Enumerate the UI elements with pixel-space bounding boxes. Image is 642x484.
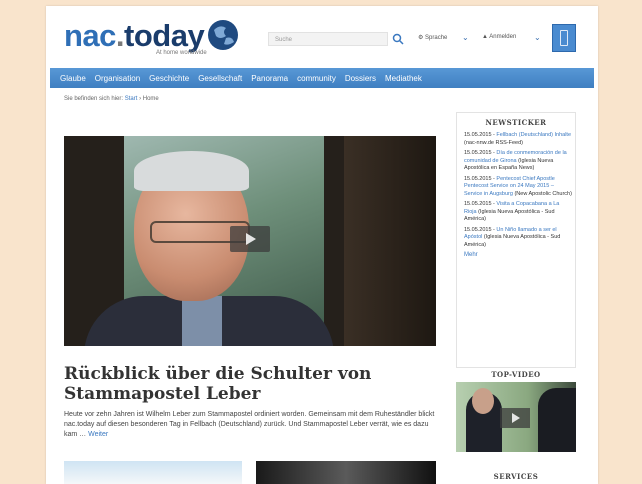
top-video-person-face xyxy=(472,388,494,414)
breadcrumb-current: Home xyxy=(142,96,159,102)
breadcrumb: Sie befinden sich hier: Start › Home xyxy=(64,96,159,102)
newsticker-title: NEWSTICKER xyxy=(485,118,547,127)
video-person-shirt xyxy=(182,296,222,346)
page: nac.today At home worldwide Suche ⚙ Spra… xyxy=(46,6,598,484)
news-date: 15.05.2015 - xyxy=(464,150,495,156)
nav-item-panorama[interactable]: Panorama xyxy=(251,74,288,83)
chevron-down-icon[interactable]: ⌄ xyxy=(462,33,469,42)
list-item: 15.05.2015 - Visita a Copacabana a La Ri… xyxy=(464,201,572,224)
list-item: 15.05.2015 - Fellbach (Deutschland) Inha… xyxy=(464,132,572,147)
article-headline[interactable]: Rückblick über die Schulter von Stammapo… xyxy=(64,364,434,404)
newsticker-more-link[interactable]: Mehr xyxy=(464,252,572,258)
play-icon[interactable] xyxy=(230,226,270,252)
login-link[interactable]: ▲ Anmelden xyxy=(482,34,516,40)
article-teaser-text: Heute vor zehn Jahren ist Wilhelm Leber … xyxy=(64,411,435,438)
top-video-person xyxy=(538,388,576,452)
article-teaser: Heute vor zehn Jahren ist Wilhelm Leber … xyxy=(64,410,440,440)
list-item: 15.05.2015 - Un Niño llamado a ser el Ap… xyxy=(464,227,572,250)
nav-item-mediathek[interactable]: Mediathek xyxy=(385,74,422,83)
tagline: At home worldwide xyxy=(156,50,207,56)
breadcrumb-separator: › xyxy=(139,96,142,102)
search-icon[interactable] xyxy=(391,32,405,46)
language-selector[interactable]: ⚙ Sprache xyxy=(418,34,447,41)
news-link[interactable]: Fellbach (Deutschland) Inhalte xyxy=(496,132,571,138)
news-date: 15.05.2015 - xyxy=(464,132,495,138)
topvideo-title: TOP-VIDEO xyxy=(491,370,541,379)
globe-icon xyxy=(208,20,238,50)
services-title: SERVICES xyxy=(493,472,539,481)
newsticker-list: 15.05.2015 - Fellbach (Deutschland) Inha… xyxy=(464,132,572,258)
news-source: (New Apostolic Church) xyxy=(514,190,572,197)
chevron-down-icon[interactable]: ⌄ xyxy=(534,33,541,42)
play-icon[interactable] xyxy=(500,408,530,428)
nav-item-geschichte[interactable]: Geschichte xyxy=(149,74,189,83)
search-input[interactable]: Suche xyxy=(268,32,388,46)
login-label: Anmelden xyxy=(489,34,517,40)
breadcrumb-prefix: Sie befinden sich hier: xyxy=(64,96,124,102)
logo-nac: nac xyxy=(64,18,116,53)
news-source: (Iglesia Nueva Apostólica - Sud América) xyxy=(464,208,555,223)
video-person-hair xyxy=(134,151,249,191)
mobile-phone-icon[interactable] xyxy=(552,24,576,52)
site-logo[interactable]: nac.today xyxy=(64,18,205,53)
article-thumbnail[interactable] xyxy=(256,461,436,484)
logo-dot: . xyxy=(115,18,125,53)
list-item: 15.05.2015 - Día de conmemoración de la … xyxy=(464,150,572,173)
nav-item-dossiers[interactable]: Dossiers xyxy=(345,74,376,83)
top-video[interactable] xyxy=(456,382,576,452)
language-label: Sprache xyxy=(425,35,448,41)
article-thumbnail[interactable] xyxy=(64,461,242,484)
list-item: 15.05.2015 - Pentecost Chief Apostle Pen… xyxy=(464,176,572,199)
nav-item-gesellschaft[interactable]: Gesellschaft xyxy=(198,74,242,83)
logo-today: today xyxy=(124,18,205,53)
nav-item-community[interactable]: community xyxy=(297,74,336,83)
nav-item-organisation[interactable]: Organisation xyxy=(95,74,140,83)
video-background-dark xyxy=(344,136,436,346)
news-date: 15.05.2015 - xyxy=(464,226,495,233)
read-more-link[interactable]: Weiter xyxy=(88,431,108,438)
news-date: 15.05.2015 - xyxy=(464,175,495,182)
nav-item-glaube[interactable]: Glaube xyxy=(60,74,86,83)
main-nav: Glaube Organisation Geschichte Gesellsch… xyxy=(50,68,594,88)
news-date: 15.05.2015 - xyxy=(464,201,495,207)
breadcrumb-start-link[interactable]: Start xyxy=(125,96,138,102)
main-video[interactable] xyxy=(64,136,436,346)
news-source: (nac-nnw.de RSS-Feed) xyxy=(464,139,523,146)
